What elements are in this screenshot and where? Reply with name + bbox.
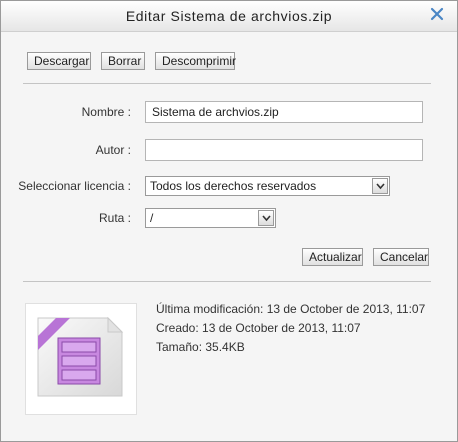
- chevron-down-icon[interactable]: [258, 210, 274, 226]
- file-thumbnail: [25, 303, 137, 415]
- author-label: Autor :: [95, 143, 131, 157]
- dialog-body: Descargar Borrar Descomprimir Nombre : S…: [1, 32, 457, 441]
- path-label: Ruta :: [98, 211, 131, 225]
- name-field[interactable]: Sistema de archvios.zip: [145, 101, 423, 123]
- license-selected-value: Todos los derechos reservados: [150, 179, 317, 193]
- dialog-titlebar: Editar Sistema de archvios.zip: [1, 1, 457, 32]
- author-field[interactable]: [145, 139, 423, 161]
- path-selected-value: /: [150, 211, 154, 225]
- download-button[interactable]: Descargar: [27, 52, 91, 70]
- zip-file-icon: [37, 316, 124, 397]
- name-label: Nombre :: [81, 105, 131, 119]
- edit-file-dialog: Editar Sistema de archvios.zip Descargar…: [0, 0, 458, 442]
- license-label: Seleccionar licencia :: [18, 179, 131, 193]
- delete-button[interactable]: Borrar: [101, 52, 145, 70]
- close-icon[interactable]: [429, 6, 445, 22]
- dialog-title: Editar Sistema de archvios.zip: [125, 8, 333, 24]
- path-select[interactable]: /: [145, 208, 276, 228]
- created-date: Creado: 13 de October de 2013, 11:07: [156, 321, 361, 335]
- cancel-button[interactable]: Cancelar: [373, 248, 429, 266]
- chevron-down-icon[interactable]: [372, 178, 388, 194]
- divider: [23, 83, 431, 84]
- divider: [23, 281, 431, 282]
- update-button[interactable]: Actualizar: [302, 248, 363, 266]
- license-select[interactable]: Todos los derechos reservados: [145, 176, 390, 196]
- modified-date: Última modificación: 13 de October de 20…: [156, 302, 426, 316]
- file-size: Tamaño: 35.4KB: [156, 340, 245, 354]
- unzip-button[interactable]: Descomprimir: [155, 52, 236, 70]
